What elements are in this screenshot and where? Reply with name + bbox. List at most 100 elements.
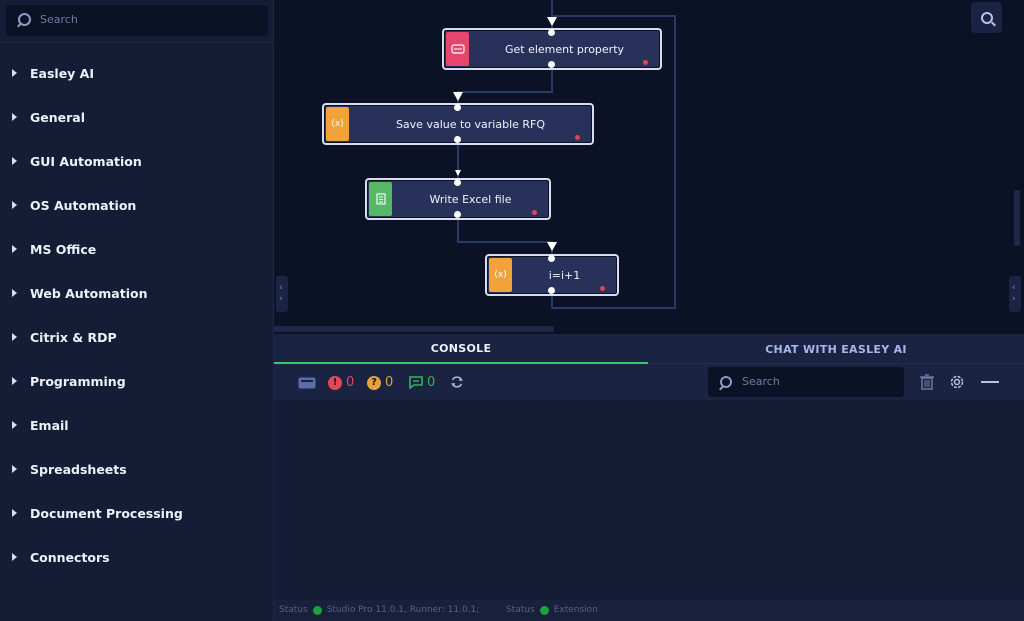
sidebar-item-label: Citrix & RDP — [30, 330, 117, 345]
messages-filter[interactable]: 0 — [409, 375, 435, 390]
sidebar-item-document-processing[interactable]: Document Processing — [0, 492, 273, 536]
arrow-down-icon — [547, 242, 557, 251]
chevron-left-icon: ‹ — [1012, 283, 1016, 293]
sidebar-item-label: Easley AI — [30, 66, 95, 81]
arrow-down-icon — [547, 17, 557, 26]
arrow-down-icon — [455, 170, 461, 176]
error-indicator — [575, 135, 580, 140]
tab-console[interactable]: CONSOLE — [274, 334, 648, 364]
sidebar-item-label: Document Processing — [30, 506, 183, 521]
error-indicator — [643, 60, 648, 65]
console-search-placeholder: Search — [742, 375, 780, 388]
caret-right-icon — [12, 421, 17, 429]
sidebar-item-label: MS Office — [30, 242, 97, 257]
node-title: Save value to variable RFQ — [395, 117, 546, 131]
settings-button[interactable] — [948, 373, 966, 391]
messages-count: 0 — [427, 375, 436, 390]
sidebar-item-email[interactable]: Email — [0, 404, 273, 448]
status-label: Status — [506, 605, 535, 615]
refresh-icon — [451, 376, 463, 388]
node-output-port[interactable] — [454, 136, 461, 143]
clear-console-button[interactable] — [919, 374, 935, 390]
console-toolbar: ! 0 ? 0 0 Search — [274, 364, 1024, 400]
browser-icon — [446, 32, 469, 66]
node-input-port[interactable] — [454, 179, 461, 186]
extension-text: Extension — [553, 605, 598, 615]
status-ok-icon — [312, 605, 322, 615]
refresh-button[interactable] — [450, 375, 464, 389]
minus-icon — [981, 381, 999, 383]
connector-line — [457, 215, 553, 256]
node-input-port[interactable] — [548, 255, 555, 262]
arrow-down-icon — [453, 92, 463, 101]
console-search-input[interactable]: Search — [708, 367, 904, 397]
variable-icon: (x) — [489, 258, 512, 292]
search-icon — [18, 13, 31, 26]
excel-file-icon — [369, 182, 392, 216]
sidebar-item-ms-office[interactable]: MS Office — [0, 228, 273, 272]
caret-right-icon — [12, 245, 17, 253]
panel-tabs: CONSOLE CHAT WITH EASLEY AI — [274, 334, 1024, 364]
trash-icon — [920, 374, 934, 390]
search-icon — [720, 376, 732, 388]
chevron-left-icon: ‹ — [279, 283, 283, 293]
chevron-right-icon: › — [1012, 294, 1016, 304]
browser-glyph — [450, 44, 465, 54]
sidebar-item-easley-ai[interactable]: Easley AI — [0, 52, 273, 96]
sidebar-item-spreadsheets[interactable]: Spreadsheets — [0, 448, 273, 492]
sidebar-item-label: OS Automation — [30, 198, 137, 213]
status-ok-icon — [539, 605, 549, 615]
node-title: Write Excel file — [429, 192, 512, 206]
node-input-port[interactable] — [454, 104, 461, 111]
caret-right-icon — [12, 201, 17, 209]
studio-version-text: Studio Pro 11.0.1, Runner: 11.0.1; — [326, 605, 480, 615]
sidebar-item-general[interactable]: General — [0, 96, 273, 140]
bottom-panel: CONSOLE CHAT WITH EASLEY AI ! 0 ? 0 0 Se… — [274, 334, 1024, 621]
sidebar-item-label: General — [30, 110, 85, 125]
tab-chat-with-easley-ai[interactable]: CHAT WITH EASLEY AI — [648, 334, 1024, 364]
node-output-port[interactable] — [548, 61, 555, 68]
errors-filter[interactable]: ! 0 — [328, 375, 354, 390]
left-panel-toggle[interactable]: ‹ › — [276, 276, 288, 312]
caret-right-icon — [12, 333, 17, 341]
warnings-filter[interactable]: ? 0 — [367, 375, 393, 390]
excel-glyph — [375, 193, 386, 205]
console-toggle-button[interactable] — [298, 377, 316, 389]
caret-right-icon — [12, 465, 17, 473]
sidebar-item-label: Spreadsheets — [30, 462, 127, 477]
sidebar: Search Easley AI General GUI Automation … — [0, 0, 274, 621]
extension-status: Status Extension — [506, 605, 598, 615]
variable-icon: (x) — [326, 107, 349, 141]
canvas-search-button[interactable] — [971, 2, 1002, 33]
message-icon — [409, 376, 423, 389]
sidebar-item-programming[interactable]: Programming — [0, 360, 273, 404]
status-label: Status — [279, 605, 308, 615]
sidebar-item-gui-automation[interactable]: GUI Automation — [0, 140, 273, 184]
workflow-canvas[interactable]: Get element property (x) Save value to v… — [274, 0, 1024, 334]
sidebar-search-input[interactable]: Search — [6, 5, 268, 36]
warnings-count: 0 — [385, 375, 394, 390]
sidebar-divider — [0, 42, 274, 43]
caret-right-icon — [12, 69, 17, 77]
sidebar-item-label: Programming — [30, 374, 126, 389]
node-output-port[interactable] — [548, 287, 555, 294]
studio-status: Status Studio Pro 11.0.1, Runner: 11.0.1… — [279, 605, 479, 615]
sidebar-item-label: Email — [30, 418, 69, 433]
chevron-right-icon: › — [279, 294, 283, 304]
sidebar-item-label: Connectors — [30, 550, 110, 565]
right-panel-toggle[interactable]: ‹ › — [1009, 276, 1021, 312]
error-icon: ! — [328, 375, 342, 390]
caret-right-icon — [12, 553, 17, 561]
node-output-port[interactable] — [454, 211, 461, 218]
sidebar-item-os-automation[interactable]: OS Automation — [0, 184, 273, 228]
node-input-port[interactable] — [548, 29, 555, 36]
caret-right-icon — [12, 377, 17, 385]
sidebar-item-citrix-rdp[interactable]: Citrix & RDP — [0, 316, 273, 360]
sidebar-item-connectors[interactable]: Connectors — [0, 536, 273, 580]
error-indicator — [600, 286, 605, 291]
caret-right-icon — [12, 509, 17, 517]
vertical-scrollbar[interactable] — [1014, 190, 1020, 246]
horizontal-scrollbar[interactable] — [274, 326, 554, 332]
sidebar-item-web-automation[interactable]: Web Automation — [0, 272, 273, 316]
minimize-panel-button[interactable] — [981, 381, 999, 383]
